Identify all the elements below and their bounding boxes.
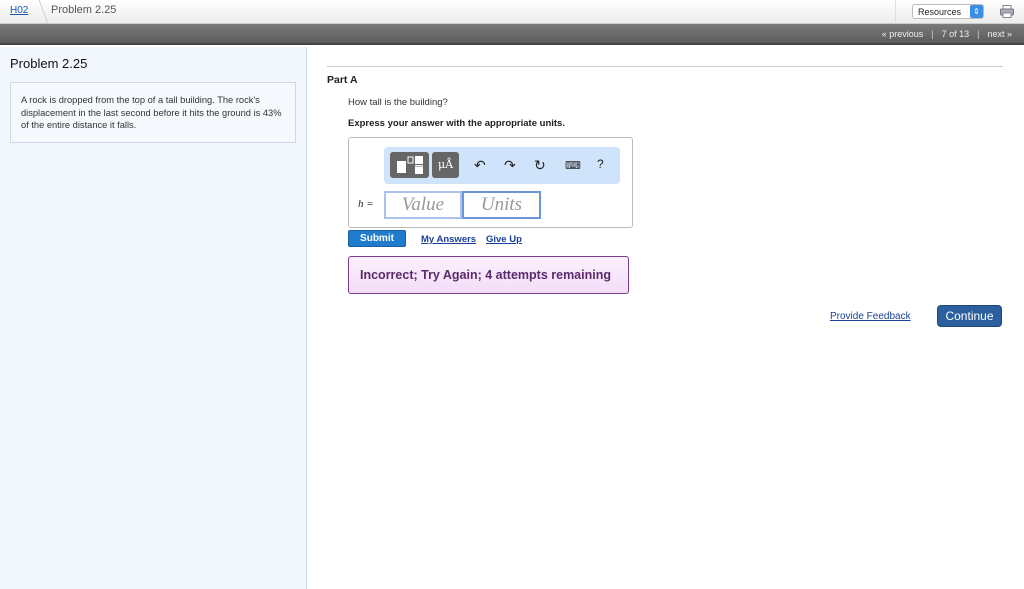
part-label: Part A <box>327 74 358 86</box>
value-input[interactable]: Value <box>384 191 462 219</box>
divider <box>327 66 1003 67</box>
my-answers-link[interactable]: My Answers <box>421 234 476 245</box>
nav-bar: « previous | 7 of 13 | next » <box>0 24 1024 45</box>
instruction-text: Express your answer with the appropriate… <box>348 118 565 129</box>
printer-icon[interactable] <box>1000 5 1014 18</box>
keyboard-icon[interactable]: ⌨ <box>565 159 581 172</box>
submit-button[interactable]: Submit <box>348 230 406 247</box>
top-bar: H02 Problem 2.25 Resources ⇕ <box>0 0 1024 24</box>
templates-button[interactable] <box>390 152 429 178</box>
undo-icon[interactable]: ↶ <box>474 157 486 174</box>
problem-title: Problem 2.25 <box>10 56 88 71</box>
math-toolbar: μÅ ↶ ↷ ↻ ⌨ ? <box>384 147 620 184</box>
help-button[interactable]: ? <box>597 157 604 171</box>
question-text: How tall is the building? <box>348 97 448 108</box>
next-link[interactable]: next » <box>987 29 1012 39</box>
variable-label: h = <box>358 198 374 210</box>
reset-icon[interactable]: ↻ <box>534 157 546 174</box>
problem-statement: A rock is dropped from the top of a tall… <box>10 82 296 143</box>
resources-label: Resources <box>918 7 962 17</box>
units-input[interactable]: Units <box>462 191 541 219</box>
resources-select[interactable]: Resources ⇕ <box>912 4 984 19</box>
pager: « previous | 7 of 13 | next » <box>878 29 1016 39</box>
provide-feedback-link[interactable]: Provide Feedback <box>830 311 911 322</box>
breadcrumb-current: Problem 2.25 <box>51 4 117 16</box>
breadcrumb-separator <box>29 0 49 24</box>
answer-box: μÅ ↶ ↷ ↻ ⌨ ? h = Value Units <box>348 137 633 228</box>
units-button[interactable]: μÅ <box>432 152 459 178</box>
breadcrumb-parent-link[interactable]: H02 <box>10 5 28 16</box>
previous-link[interactable]: « previous <box>882 29 924 39</box>
select-arrows-icon: ⇕ <box>970 5 983 18</box>
fraction-template-icon <box>396 156 423 174</box>
redo-icon[interactable]: ↷ <box>504 157 516 174</box>
separator: | <box>977 29 980 39</box>
divider <box>895 0 896 24</box>
problem-panel: Problem 2.25 A rock is dropped from the … <box>0 47 307 589</box>
continue-button[interactable]: Continue <box>937 305 1002 327</box>
separator: | <box>931 29 934 39</box>
give-up-link[interactable]: Give Up <box>486 234 522 245</box>
page-position: 7 of 13 <box>941 29 970 39</box>
feedback-message: Incorrect; Try Again; 4 attempts remaini… <box>348 256 629 294</box>
